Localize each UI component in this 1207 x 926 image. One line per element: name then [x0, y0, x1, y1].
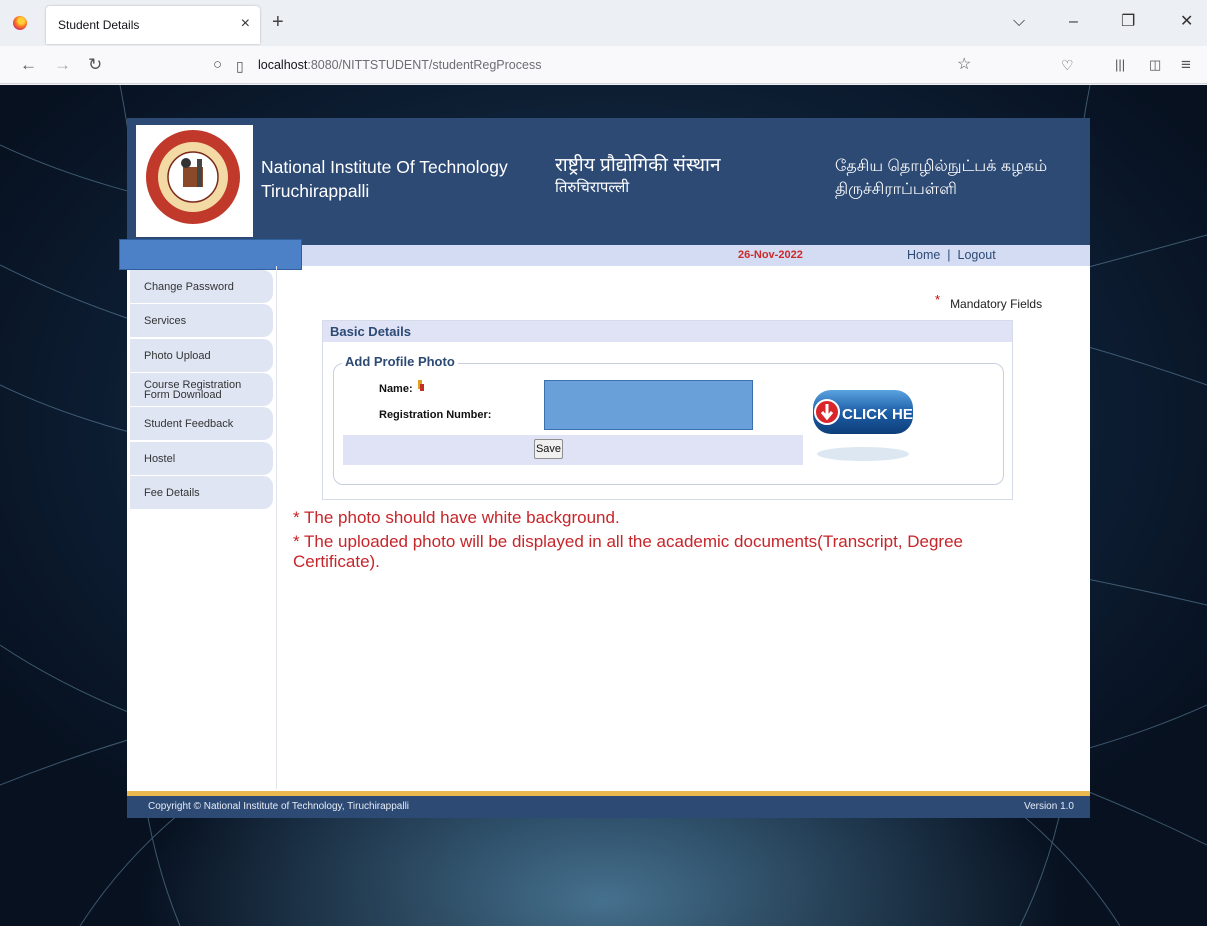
hindi-line-1: राष्ट्रीय प्रौद्योगिकी संस्थान [555, 155, 721, 176]
site-header: National Institute Of Technology Tiruchi… [127, 118, 1090, 245]
page-icon: ▯ [236, 58, 244, 74]
tab-close-icon[interactable]: × [241, 15, 250, 33]
minimize-icon[interactable]: – [1069, 12, 1078, 32]
sidebar-item-student-feedback[interactable]: Student Feedback [130, 407, 273, 440]
forward-arrow-icon[interactable]: → [54, 55, 71, 75]
institute-logo [136, 125, 253, 237]
sidebar-item-label: Hostel [144, 452, 176, 465]
browser-tab-bar: Student Details × + ⌵ – ❐ ✕ [0, 0, 1207, 46]
reload-icon[interactable]: ↻ [88, 55, 102, 75]
click-here-text: CLICK HERE [842, 406, 915, 423]
institute-name-tamil: தேசிய தொழில்நுட்பக் கழகம் திருச்சிராப்பள… [835, 155, 1047, 201]
version-text: Version 1.0 [1023, 801, 1074, 812]
sidebar-item-label: Photo Upload [144, 349, 211, 362]
english-line-1: National Institute Of Technology [261, 157, 508, 177]
mandatory-fields-note: * Mandatory Fields [935, 292, 1043, 311]
pocket-icon[interactable]: ♡ [1061, 55, 1074, 75]
link-separator: | [947, 248, 951, 262]
menu-icon[interactable]: ≡ [1181, 55, 1191, 75]
hindi-line-2: तिरुचिरापल्ली [555, 179, 630, 196]
tab-list-chevron-icon[interactable]: ⌵ [1013, 12, 1025, 32]
sidebar-item-course-registration[interactable]: Course Registration Form Download [130, 373, 273, 406]
address-bar[interactable]: localhost:8080/NITTSTUDENT/studentRegPro… [258, 58, 541, 72]
bookmark-star-icon[interactable]: ☆ [957, 55, 971, 75]
portal-page: National Institute Of Technology Tiruchi… [119, 118, 1090, 818]
sidebar-item-services[interactable]: Services [130, 304, 273, 337]
sidebar-toggle-icon[interactable]: ◫ [1149, 55, 1161, 75]
note-uploaded-photo: * The uploaded photo will be displayed i… [293, 532, 963, 551]
sidebar-item-label: Change Password [144, 280, 234, 293]
sidebar-item-label: Student Feedback [144, 417, 234, 430]
tab-title: Student Details [58, 18, 140, 32]
logout-link[interactable]: Logout [958, 248, 996, 262]
close-window-icon[interactable]: ✕ [1180, 12, 1193, 32]
sidebar-item-label: Fee Details [144, 486, 200, 499]
note-uploaded-photo-cont: Certificate). [293, 552, 380, 571]
english-line-2: Tiruchirappalli [261, 181, 370, 201]
site-footer: Copyright © National Institute of Techno… [127, 796, 1090, 818]
browser-tab[interactable]: Student Details × [46, 6, 260, 44]
sidebar-menu: Change Password Services Photo Upload Co… [127, 266, 277, 789]
fieldset-legend: Add Profile Photo [342, 354, 458, 369]
firefox-logo-icon [13, 16, 27, 30]
basic-details-panel: Basic Details Add Profile Photo Name: Re… [322, 320, 1013, 500]
sidebar-item-fee-details[interactable]: Fee Details [130, 476, 273, 509]
back-arrow-icon[interactable]: ← [20, 55, 37, 75]
url-path: :8080/NITTSTUDENT/studentRegProcess [307, 58, 542, 72]
sidebar-item-label: Course Registration Form Download [144, 378, 242, 401]
home-link[interactable]: Home [907, 248, 940, 262]
restore-icon[interactable]: ❐ [1121, 12, 1135, 32]
mandatory-text: Mandatory Fields [950, 297, 1043, 311]
sidebar-item-change-password[interactable]: Change Password [130, 270, 273, 303]
sub-nav-bar: 26-Nov-2022 Home | Logout [119, 239, 1090, 270]
name-label: Name: [379, 383, 413, 395]
sidebar-item-photo-upload[interactable]: Photo Upload [130, 339, 273, 372]
top-links: Home | Logout [907, 248, 996, 262]
tamil-line-1: தேசிய தொழில்நுட்பக் கழகம் [835, 158, 1048, 175]
sidebar-item-label: Services [144, 314, 187, 327]
tamil-line-2: திருச்சிராப்பள்ளி [835, 181, 957, 198]
url-host: localhost [258, 58, 308, 72]
save-button[interactable]: Save [534, 439, 563, 459]
name-marker-icon [418, 380, 424, 391]
copyright-text: Copyright © National Institute of Techno… [148, 801, 410, 812]
mandatory-star: * [935, 292, 941, 307]
click-here-button[interactable]: CLICK HERE [811, 384, 915, 464]
basic-details-title: Basic Details [323, 321, 1012, 342]
save-row [343, 435, 803, 465]
institute-name-english: National Institute Of Technology Tiruchi… [261, 155, 508, 203]
page-viewport: National Institute Of Technology Tiruchi… [0, 85, 1207, 926]
registration-number-label: Registration Number: [379, 409, 492, 421]
note-white-background: * The photo should have white background… [293, 508, 620, 527]
shield-icon[interactable]: ○ [213, 55, 222, 75]
browser-nav-bar: ← → ↻ ○ ▯ localhost:8080/NITTSTUDENT/stu… [0, 46, 1207, 84]
sidebar-item-hostel[interactable]: Hostel [130, 442, 273, 475]
library-icon[interactable]: ||| [1115, 55, 1125, 75]
institute-name-hindi: राष्ट्रीय प्रौद्योगिकी संस्थान तिरुचिराप… [555, 155, 721, 199]
redacted-student-info [544, 380, 753, 430]
current-date: 26-Nov-2022 [738, 249, 803, 261]
new-tab-icon[interactable]: + [272, 12, 284, 32]
